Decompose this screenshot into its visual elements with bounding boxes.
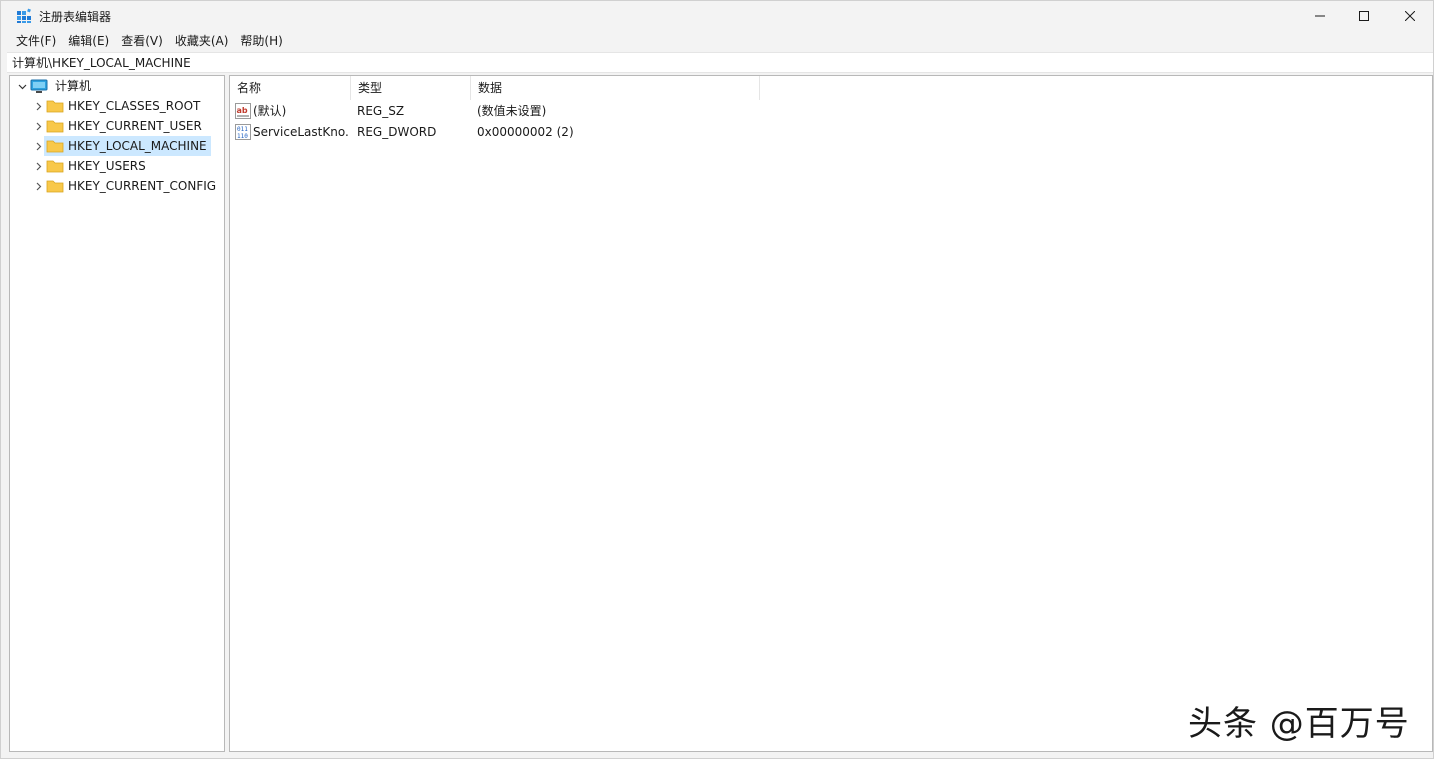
svg-text:110: 110 — [237, 133, 248, 140]
tree-item-label: HKEY_LOCAL_MACHINE — [44, 136, 211, 156]
chevron-right-icon[interactable] — [32, 136, 44, 156]
registry-editor-app-icon — [17, 8, 31, 23]
column-header-data[interactable]: 数据 — [471, 76, 760, 100]
close-icon — [1405, 11, 1415, 21]
title-bar: 注册表编辑器 — [1, 1, 1433, 31]
registry-editor-window: 注册表编辑器 文件(F) 编辑(E) 查看(V) 收藏夹(A) 帮助(H) 计算… — [0, 0, 1434, 759]
string-value-icon: ab — [235, 103, 251, 119]
binary-value-icon: 011 110 — [235, 124, 251, 140]
folder-icon — [46, 160, 64, 173]
chevron-right-icon[interactable] — [32, 156, 44, 176]
value-type: REG_DWORD — [357, 125, 437, 139]
folder-icon — [46, 100, 64, 113]
tree-item-label: HKEY_CLASSES_ROOT — [68, 99, 201, 113]
value-data: 0x00000002 (2) — [477, 125, 574, 139]
maximize-button[interactable] — [1341, 1, 1387, 31]
value-row-service-last-known[interactable]: 011 110 ServiceLastKno... REG_DWORD 0x00… — [230, 122, 1432, 143]
key-tree-pane: 计算机 HKEY_CLASSES_ROOT HKEY_CURRENT_USER — [9, 75, 225, 752]
menu-view[interactable]: 查看(V) — [115, 31, 169, 51]
tree-item-hkey-current-user[interactable]: HKEY_CURRENT_USER — [14, 116, 220, 136]
value-row-default[interactable]: ab (默认) REG_SZ (数值未设置) — [230, 101, 1432, 122]
minimize-icon — [1315, 15, 1325, 17]
menu-edit[interactable]: 编辑(E) — [62, 31, 115, 51]
chevron-down-icon[interactable] — [16, 76, 28, 96]
folder-icon — [46, 180, 64, 193]
folder-icon — [46, 140, 64, 153]
menu-help[interactable]: 帮助(H) — [234, 31, 288, 51]
column-header-name[interactable]: 名称 — [230, 76, 351, 100]
svg-text:ab: ab — [237, 106, 248, 115]
watermark: 头条 @百万号 — [1188, 704, 1410, 744]
svg-text:011: 011 — [237, 126, 248, 133]
column-header-type[interactable]: 类型 — [351, 76, 471, 100]
tree-item-label: HKEY_CURRENT_USER — [68, 119, 202, 133]
value-data: (数值未设置) — [477, 104, 547, 118]
maximize-icon — [1359, 11, 1369, 21]
tree-item-hkey-users[interactable]: HKEY_USERS — [14, 156, 220, 176]
window-title: 注册表编辑器 — [39, 10, 112, 24]
chevron-right-icon[interactable] — [32, 176, 44, 196]
chevron-right-icon[interactable] — [32, 96, 44, 116]
tree-item-hkey-current-config[interactable]: HKEY_CURRENT_CONFIG — [14, 176, 220, 196]
minimize-button[interactable] — [1297, 1, 1343, 31]
menu-favorites[interactable]: 收藏夹(A) — [169, 31, 235, 51]
folder-icon — [46, 120, 64, 133]
value-type: REG_SZ — [357, 104, 405, 118]
tree-item-label: HKEY_USERS — [68, 159, 146, 173]
tree-root-computer[interactable]: 计算机 — [14, 76, 214, 96]
menu-bar: 文件(F) 编辑(E) 查看(V) 收藏夹(A) 帮助(H) — [1, 31, 1433, 51]
tree-root-label: 计算机 — [55, 79, 92, 93]
address-bar[interactable]: 计算机\HKEY_LOCAL_MACHINE — [7, 52, 1433, 73]
tree-item-label: HKEY_CURRENT_CONFIG — [68, 179, 217, 193]
close-button[interactable] — [1387, 1, 1433, 31]
tree-item-hkey-local-machine[interactable]: HKEY_LOCAL_MACHINE — [14, 136, 220, 156]
chevron-right-icon[interactable] — [32, 116, 44, 136]
menu-file[interactable]: 文件(F) — [10, 31, 62, 51]
values-list-pane: 名称 类型 数据 ab (默认) REG_SZ (数值未设置) 011 110 … — [229, 75, 1433, 752]
value-name: (默认) — [253, 104, 287, 118]
computer-icon — [30, 79, 48, 93]
tree-item-hkey-classes-root[interactable]: HKEY_CLASSES_ROOT — [14, 96, 220, 116]
value-name: ServiceLastKno... — [253, 125, 349, 139]
list-header: 名称 类型 数据 — [230, 76, 1432, 100]
